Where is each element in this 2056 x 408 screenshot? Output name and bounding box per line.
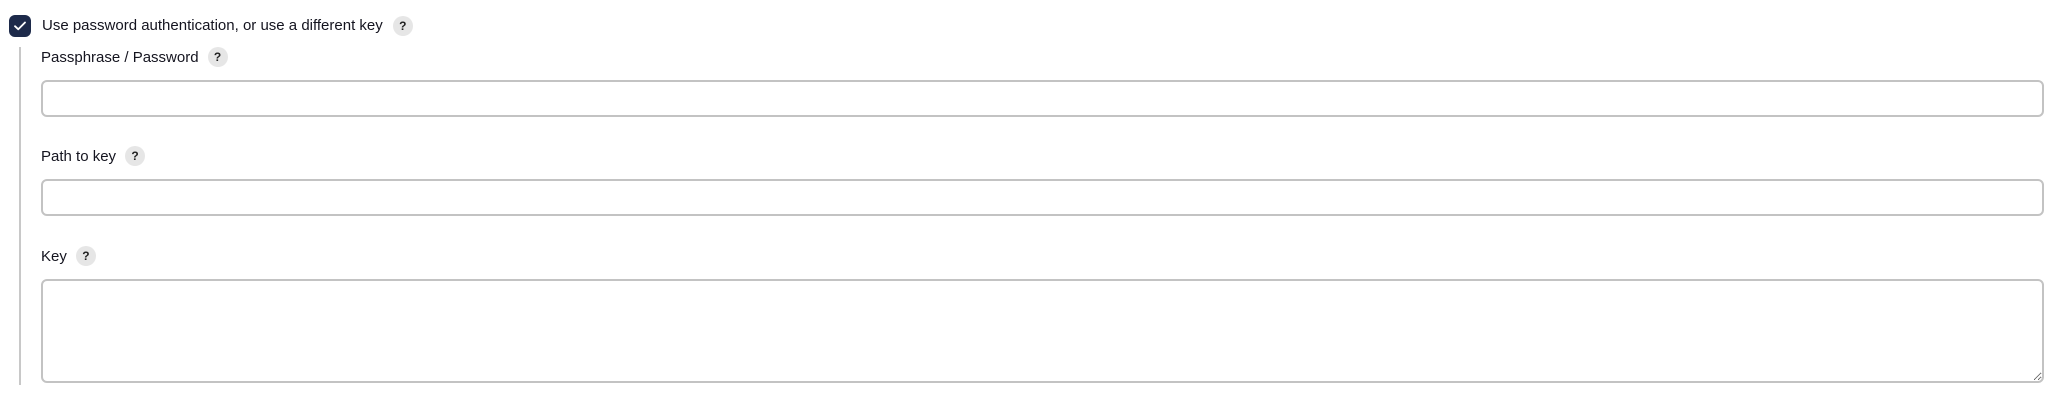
use-password-row: Use password authentication, or use a di… (9, 15, 413, 37)
passphrase-input[interactable] (41, 80, 2044, 117)
path-to-key-help-icon[interactable]: ? (125, 146, 146, 166)
use-password-help-icon[interactable]: ? (392, 16, 413, 36)
passphrase-help-icon[interactable]: ? (207, 47, 228, 67)
path-to-key-label-row: Path to key ? (41, 145, 146, 167)
passphrase-label-row: Passphrase / Password ? (41, 46, 228, 68)
key-label-row: Key ? (41, 245, 96, 267)
path-to-key-input[interactable] (41, 179, 2044, 216)
passphrase-label: Passphrase / Password (41, 48, 199, 66)
checkmark-icon (14, 21, 26, 31)
key-help-icon[interactable]: ? (75, 246, 96, 266)
key-label: Key (41, 247, 67, 265)
use-password-checkbox[interactable] (9, 15, 31, 37)
key-textarea[interactable] (41, 279, 2044, 383)
use-password-label[interactable]: Use password authentication, or use a di… (42, 15, 383, 37)
nested-section-divider (19, 47, 21, 385)
path-to-key-label: Path to key (41, 147, 117, 165)
